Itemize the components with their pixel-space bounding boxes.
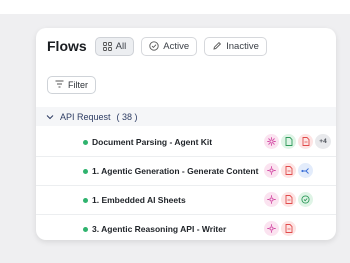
- list-item[interactable]: 1. Embedded AI Sheets: [36, 186, 336, 215]
- flows-panel: Flows All Active Inactive Filter API Req…: [36, 28, 336, 240]
- page-title: Flows: [47, 38, 87, 54]
- list-item[interactable]: 3. Agentic Reasoning API - Writer: [36, 215, 336, 240]
- agent-icon: [264, 134, 279, 149]
- flow-name: Document Parsing - Agent Kit: [92, 137, 213, 147]
- tab-all[interactable]: All: [94, 36, 135, 56]
- tab-inactive[interactable]: Inactive: [204, 36, 267, 56]
- status-dot-active: [83, 169, 88, 174]
- more-icons-badge[interactable]: +4: [315, 134, 331, 149]
- status-dot-active: [83, 140, 88, 145]
- document-icon: [281, 134, 296, 149]
- tab-label: Inactive: [226, 40, 259, 52]
- status-dot-active: [83, 198, 88, 203]
- agent-icon: [264, 163, 279, 178]
- chevron-down-icon[interactable]: [46, 112, 54, 122]
- node-icons: [264, 192, 313, 207]
- tab-label: All: [115, 40, 127, 52]
- group-count: ( 38 ): [116, 111, 138, 122]
- group-label: API Request: [60, 111, 111, 122]
- tab-label: Active: [163, 40, 190, 52]
- flow-name: 1. Agentic Generation - Generate Content: [92, 166, 259, 176]
- list-item[interactable]: 1. Agentic Generation - Generate Content: [36, 157, 336, 186]
- grid-icon: [102, 41, 112, 51]
- node-icons: [264, 163, 313, 178]
- sheet-icon: [298, 192, 313, 207]
- panel-header: Flows All Active Inactive: [47, 36, 328, 56]
- agent-icon: [264, 221, 279, 236]
- node-icons: +4: [264, 134, 331, 149]
- pdf-icon: [281, 163, 296, 178]
- pdf-icon: [298, 134, 313, 149]
- group-header-api-request[interactable]: API Request ( 38 ): [36, 107, 336, 126]
- pencil-icon: [212, 41, 222, 51]
- agent-icon: [264, 192, 279, 207]
- branch-icon: [298, 163, 313, 178]
- pdf-icon: [281, 221, 296, 236]
- node-icons: [264, 221, 296, 236]
- filter-button[interactable]: Filter: [47, 76, 96, 94]
- filter-lines-icon: [55, 80, 64, 90]
- status-dot-active: [83, 227, 88, 232]
- pdf-icon: [281, 192, 296, 207]
- flow-name: 1. Embedded AI Sheets: [92, 195, 186, 205]
- tab-active[interactable]: Active: [141, 36, 198, 56]
- flow-name: 3. Agentic Reasoning API - Writer: [92, 224, 227, 234]
- filter-label: Filter: [68, 80, 88, 90]
- list-item[interactable]: Document Parsing - Agent Kit +4: [36, 128, 336, 157]
- top-strip: [0, 0, 350, 14]
- check-circle-icon: [149, 41, 159, 51]
